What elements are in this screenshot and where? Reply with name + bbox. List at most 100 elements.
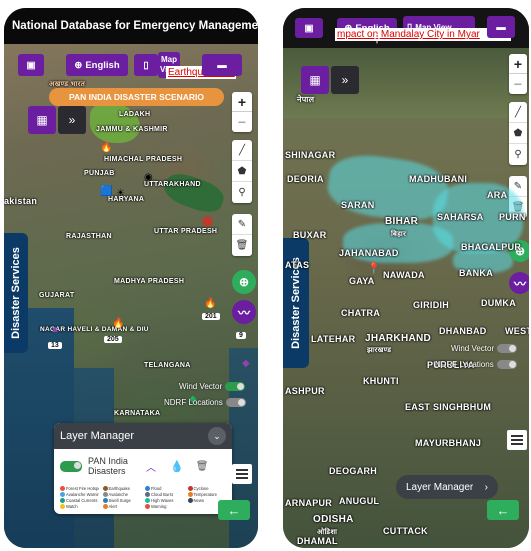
legend-label: Coastal Currents	[66, 498, 98, 503]
alert-button[interactable]: ▬	[487, 16, 515, 38]
legend-label: News	[193, 498, 204, 503]
disaster-marker-icon[interactable]: 🟦	[100, 186, 112, 197]
wind-vector-switch[interactable]	[225, 382, 246, 391]
legend-swatch	[60, 504, 65, 509]
map-label: CHATRA	[341, 308, 381, 318]
disaster-services-tab[interactable]: Disaster Services	[4, 233, 28, 353]
draw-polygon-icon[interactable]: ⬟	[509, 123, 527, 144]
trash-icon[interactable]: 🗑	[232, 235, 252, 256]
delete-layer-icon[interactable]: 🗑	[196, 461, 209, 472]
id-card-button[interactable]: ▣	[295, 18, 323, 38]
layer-visibility-switch[interactable]	[60, 460, 82, 472]
language-label: English	[85, 59, 120, 71]
news-marker-icon[interactable]: ◉	[144, 172, 153, 183]
legend-swatch	[187, 486, 193, 491]
count-badge[interactable]: 205	[104, 336, 122, 343]
legend-label: Avalanche Warnings	[66, 492, 99, 497]
draw-line-icon[interactable]: ╱	[232, 140, 252, 161]
map-label: ARA	[487, 190, 508, 200]
expand-panel-button[interactable]: »	[58, 106, 86, 134]
draw-marker-icon[interactable]: ⚲	[509, 144, 527, 165]
analytics-button[interactable]: 〰	[232, 300, 256, 324]
alert-marker-icon[interactable]: ◆	[242, 358, 250, 369]
location-pin-icon[interactable]: 📍	[367, 262, 381, 275]
map-label: RAJASTHAN	[66, 233, 112, 240]
count-badge[interactable]: 13	[48, 342, 62, 349]
draw-tools: ╱ ⬟ ⚲	[509, 102, 527, 165]
map-label: UTTAR PRADESH	[154, 228, 218, 235]
disaster-services-tab[interactable]: Disaster Services	[283, 238, 309, 368]
legend-item: Forest Fire Hotspot	[60, 486, 99, 491]
disaster-services-label: Disaster Services	[10, 247, 22, 339]
draw-line-icon[interactable]: ╱	[509, 102, 527, 123]
count-badge[interactable]: 201	[202, 313, 220, 320]
id-card-button[interactable]: ▣	[18, 54, 44, 76]
layers-grid-button[interactable]: ▦	[28, 106, 56, 134]
sun-marker-icon[interactable]: ☀	[116, 188, 125, 199]
layer-manager-title: Layer Manager	[60, 430, 134, 442]
ndrf-locations-toggle[interactable]: NDRF Locations	[164, 398, 246, 407]
map-label: MAYURBHANJ	[415, 438, 482, 448]
chevron-down-icon[interactable]: ⌄	[208, 427, 226, 445]
legend-item: Avalanche	[102, 492, 142, 497]
map-label: PUNJAB	[84, 170, 115, 177]
zoom-in-button[interactable]: +	[232, 92, 252, 112]
layers-grid-button[interactable]: ▦	[301, 66, 329, 94]
zoom-out-button[interactable]: −	[509, 74, 527, 94]
ndrf-locations-switch[interactable]	[496, 360, 517, 369]
map-label: MADHUBANI	[409, 174, 468, 184]
layer-manager-panel: Layer Manager ⌄ PAN India Disasters ︿ 💧 …	[54, 423, 232, 514]
fire-marker-icon[interactable]: 🔥	[100, 142, 112, 153]
legend-swatch	[102, 498, 108, 503]
analytics-button[interactable]: 〰	[509, 272, 529, 294]
news-ticker[interactable]: mpact on Mandalay City in Myar	[335, 28, 511, 41]
chevron-up-icon[interactable]: ︿	[146, 459, 156, 474]
wind-vector-switch[interactable]	[497, 344, 518, 353]
legend-swatch	[145, 486, 150, 491]
draw-marker-icon[interactable]: ⚲	[232, 182, 252, 203]
expand-panel-button[interactable]: »	[331, 66, 359, 94]
wind-vector-label: Wind Vector	[451, 344, 495, 353]
network-icon: ⊕	[238, 275, 250, 289]
legend-item: Cloud Burst	[145, 492, 184, 497]
edit-icon[interactable]: ✎	[232, 214, 252, 235]
arrow-left-icon: ←	[227, 502, 241, 518]
ndrf-locations-switch[interactable]	[225, 398, 246, 407]
list-button[interactable]	[507, 430, 527, 450]
count-badge[interactable]: 9	[236, 332, 246, 339]
language-button[interactable]: ⊕ English	[66, 54, 128, 76]
wind-vector-toggle[interactable]: Wind Vector	[451, 344, 518, 353]
legend-swatch	[187, 498, 193, 503]
opacity-drop-icon[interactable]: 💧	[170, 460, 184, 473]
map-label: NAWADA	[383, 270, 425, 280]
alert-button[interactable]: ▬	[202, 54, 242, 76]
cyclone-marker-icon[interactable]: ⬤	[202, 216, 213, 227]
legend-grid: Forest Fire Hotspot Earthquake Flood Cyclon…	[54, 483, 232, 514]
map-label: JHARKHAND	[365, 333, 432, 344]
draw-polygon-icon[interactable]: ⬟	[232, 161, 252, 182]
layer-manager-button[interactable]: Layer Manager ›	[396, 475, 498, 499]
layer-manager-header[interactable]: Layer Manager ⌄	[54, 423, 232, 449]
back-button[interactable]: ←	[218, 500, 250, 520]
legend-item: Flood	[145, 486, 184, 491]
fire-marker-icon[interactable]: 🔥	[112, 318, 124, 329]
map-icon-button[interactable]: ▯	[134, 54, 158, 76]
location-pin-icon[interactable]: ⚲	[373, 32, 381, 45]
alert-marker-icon[interactable]: ▲	[50, 324, 60, 335]
zoom-out-button[interactable]: −	[232, 112, 252, 132]
zoom-controls: + −	[232, 92, 252, 132]
ndrf-locations-toggle[interactable]: NDRF Locations	[435, 360, 517, 369]
legend-swatch	[60, 492, 65, 497]
legend-swatch	[102, 492, 108, 497]
map-label: LADAKH	[119, 111, 151, 118]
wind-vector-toggle[interactable]: Wind Vector	[179, 382, 246, 391]
legend-label: Earthquake	[108, 486, 130, 491]
zoom-in-button[interactable]: +	[509, 54, 527, 74]
legend-swatch	[102, 504, 108, 509]
legend-item: High Waves	[145, 498, 184, 503]
share-network-button[interactable]: ⊕	[232, 270, 256, 294]
fire-marker-icon[interactable]: 🔥	[204, 298, 216, 309]
list-button[interactable]	[232, 464, 252, 484]
back-button[interactable]: ←	[487, 500, 519, 520]
legend-item: Alert	[102, 504, 142, 509]
